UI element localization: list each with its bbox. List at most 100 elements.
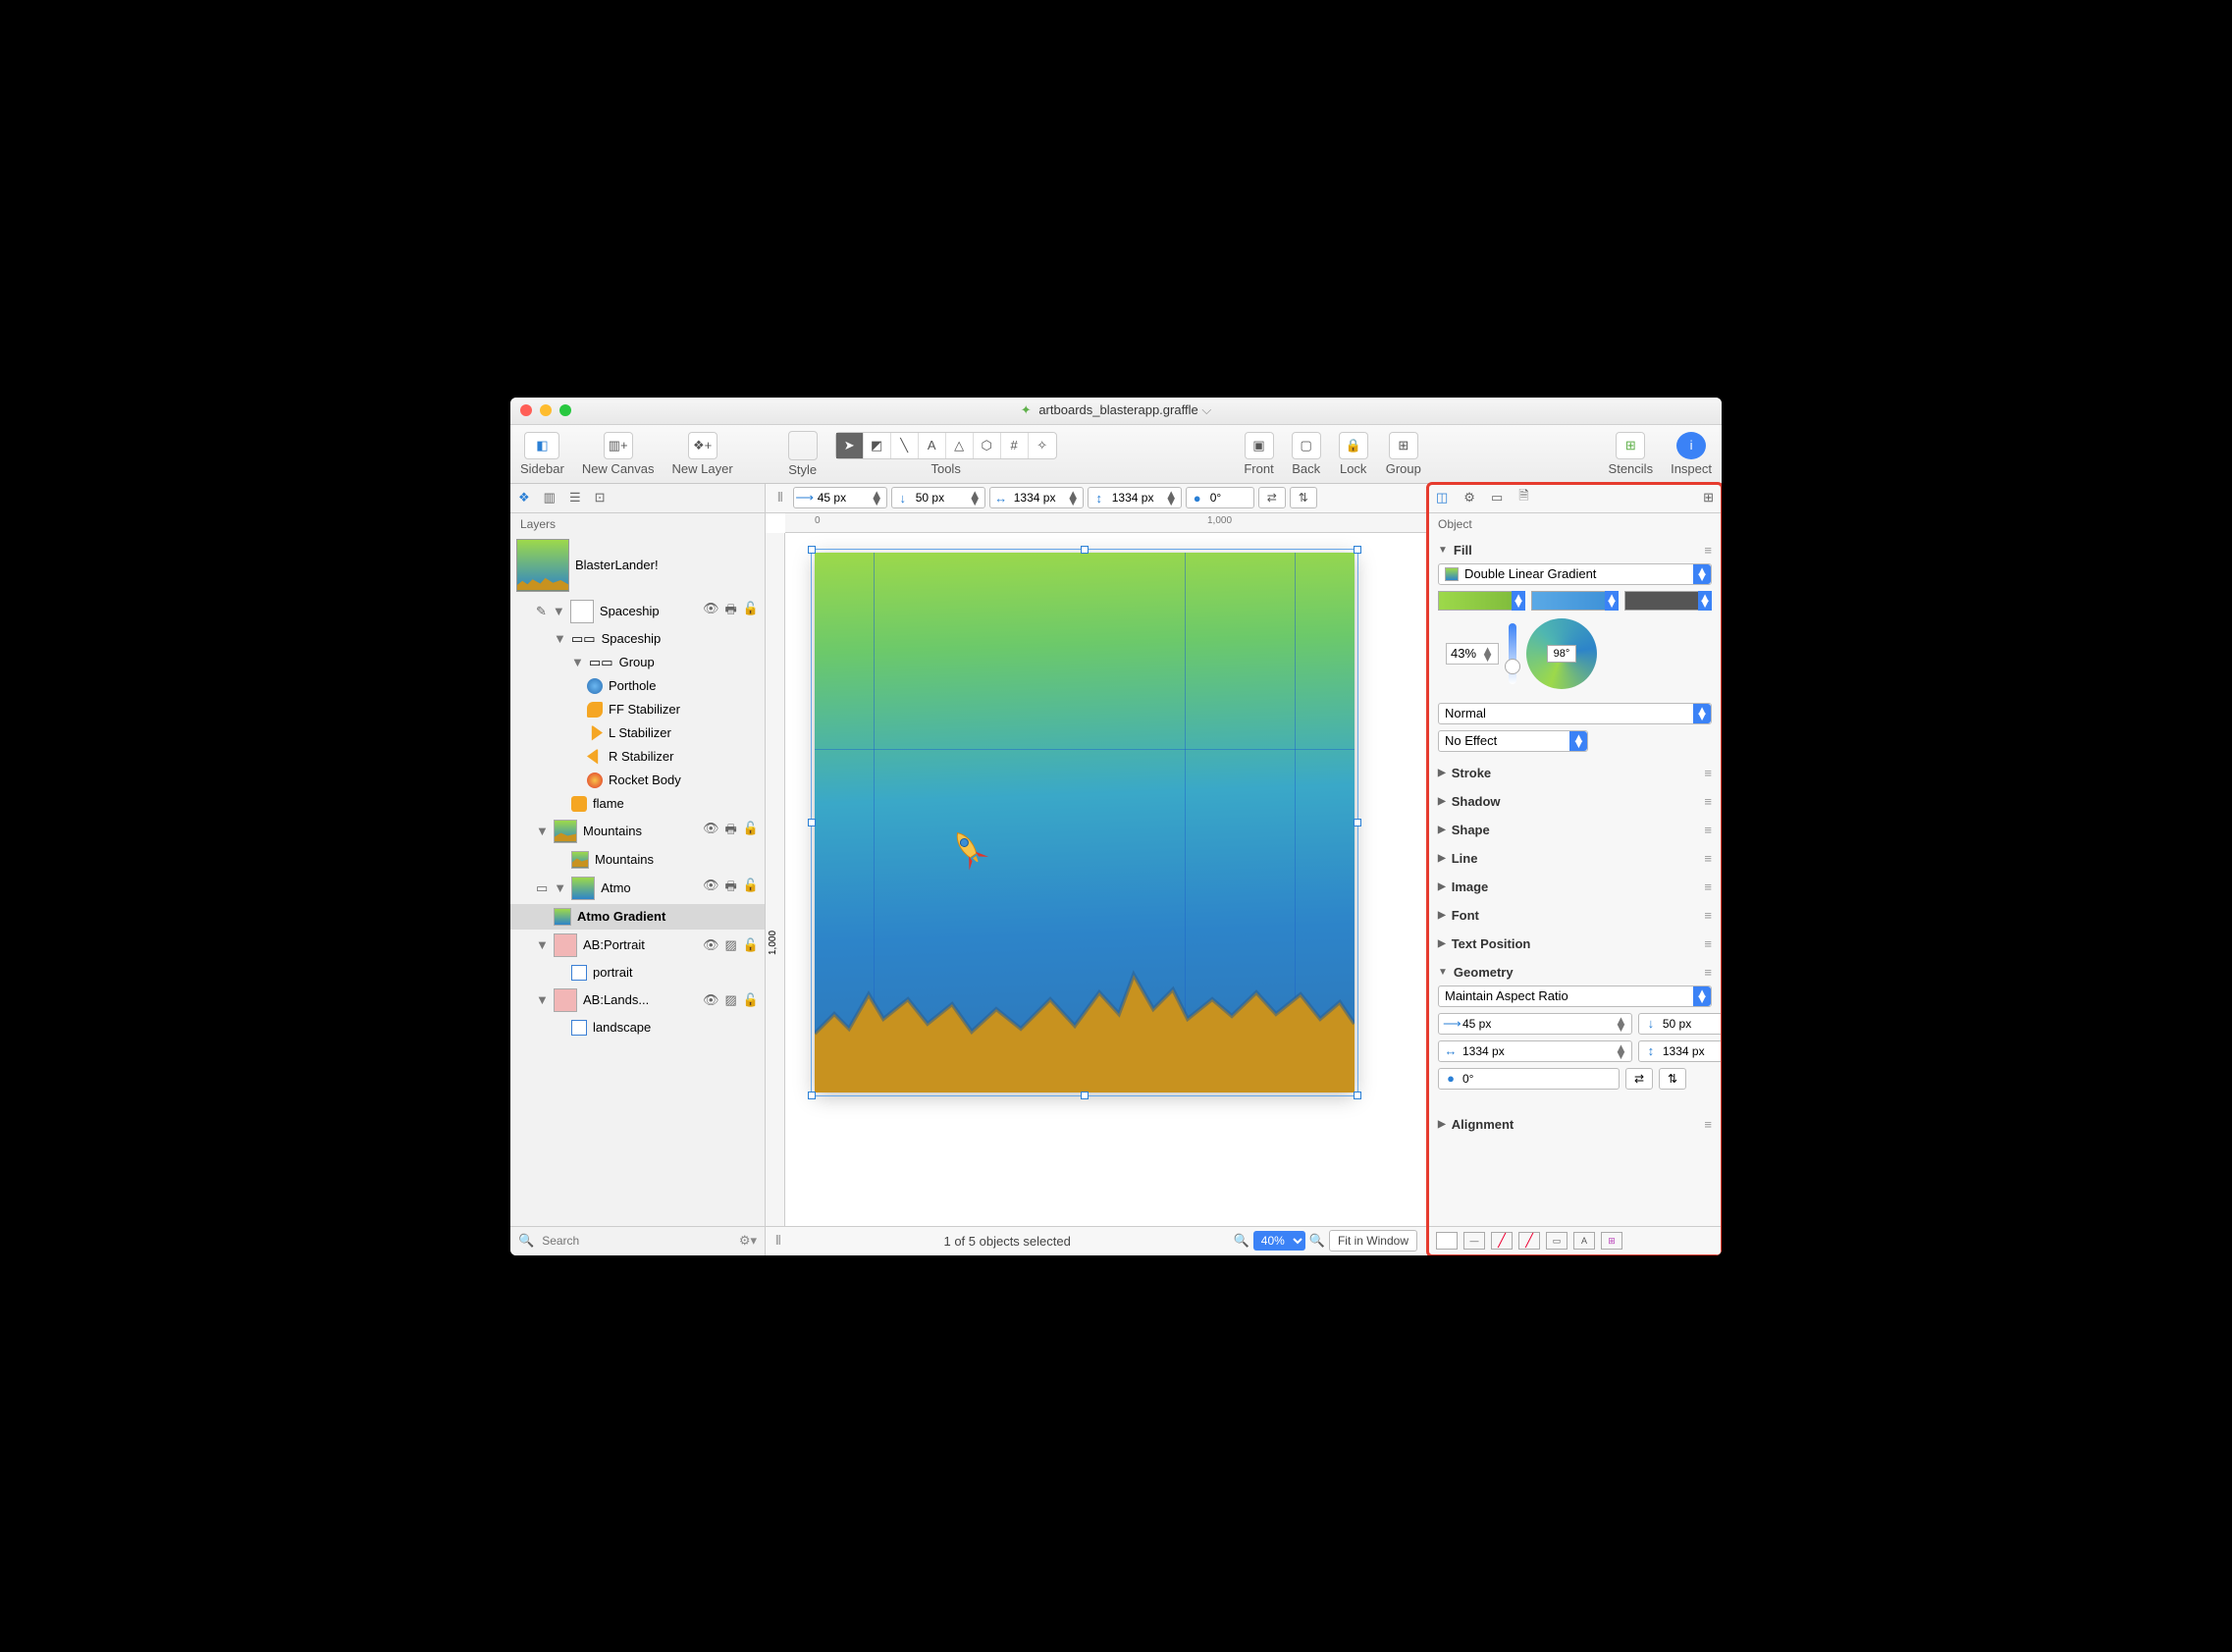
layer-ab-portrait[interactable]: ▼ AB:Portrait 👁▨🔓 <box>510 930 765 961</box>
stamp-tool[interactable]: ✧ <box>1029 433 1056 458</box>
minimize-window-button[interactable] <box>540 404 552 416</box>
zoom-window-button[interactable] <box>559 404 571 416</box>
canvas-tab-icon[interactable]: ▭ <box>1491 490 1503 506</box>
h-field[interactable]: ↕▲▼ <box>1088 487 1182 508</box>
stencils-button[interactable]: ⊞ <box>1616 432 1645 459</box>
selection-tab-icon[interactable]: ⊡ <box>595 490 606 506</box>
bring-front-button[interactable]: ▣ <box>1245 432 1274 459</box>
inspect-button[interactable]: i <box>1676 432 1706 459</box>
geom-rot-field[interactable]: ● <box>1438 1068 1620 1090</box>
sidebar-toggle-button[interactable]: ◧ <box>524 432 559 459</box>
slider-knob[interactable] <box>1505 659 1520 674</box>
print-icon[interactable]: 🖶 <box>725 878 737 899</box>
object-atmo-gradient[interactable]: Atmo Gradient <box>510 904 765 930</box>
point-tool[interactable]: ⬡ <box>974 433 1001 458</box>
shape-header[interactable]: ▶Shape≡ <box>1438 815 1712 843</box>
y-field[interactable]: ↓▲▼ <box>891 487 985 508</box>
w-field[interactable]: ↔▲▼ <box>989 487 1084 508</box>
flip-v-button[interactable]: ⇅ <box>1659 1068 1686 1090</box>
midpoint-slider[interactable] <box>1509 623 1516 684</box>
w-input[interactable] <box>1012 491 1067 505</box>
visibility-icon[interactable]: 👁 <box>703 937 719 953</box>
print-icon[interactable]: 🖶 <box>725 821 737 842</box>
disclosure-icon[interactable]: ▼ <box>536 824 548 838</box>
artboard-atmo-gradient[interactable] <box>815 553 1355 1092</box>
canvas-row[interactable]: BlasterLander! <box>510 535 765 596</box>
zoom-out-icon[interactable]: 🔍 <box>1234 1233 1249 1249</box>
lock-icon[interactable]: 🔓 <box>743 937 759 953</box>
object-rstab[interactable]: R Stabilizer <box>510 745 765 769</box>
disclosure-icon[interactable]: ▼ <box>553 604 564 618</box>
disclosure-icon[interactable]: ▼ <box>536 992 548 1007</box>
group-button[interactable]: ⊞ <box>1389 432 1418 459</box>
visibility-icon[interactable]: 👁 <box>703 601 719 622</box>
alignment-header[interactable]: ▶Alignment≡ <box>1438 1109 1712 1138</box>
layer-spaceship[interactable]: ✎ ▼ Spaceship 👁🖶🔓 <box>510 596 765 627</box>
selection-tool[interactable]: ➤ <box>836 433 864 458</box>
gradient-stop-3[interactable]: ▲▼ <box>1624 591 1712 611</box>
shape-swatch[interactable]: ▭ <box>1546 1232 1568 1250</box>
zoom-in-icon[interactable]: 🔍 <box>1309 1233 1325 1249</box>
style-well[interactable] <box>788 431 818 460</box>
geom-w-field[interactable]: ↔▲▼ <box>1438 1040 1632 1062</box>
rot-field[interactable]: ● <box>1186 487 1254 508</box>
h-input[interactable] <box>1110 491 1165 505</box>
object-flame[interactable]: flame <box>510 792 765 816</box>
angle-wheel[interactable]: 98° <box>1526 618 1597 689</box>
gear-icon[interactable]: ⚙︎▾ <box>739 1233 757 1249</box>
lock-button[interactable]: 🔒 <box>1339 432 1368 459</box>
aspect-select[interactable]: Maintain Aspect Ratio▲▼ <box>1438 986 1712 1007</box>
artboard-marker-icon[interactable]: ▨ <box>725 992 737 1008</box>
text-box-swatch[interactable]: ⊞ <box>1601 1232 1622 1250</box>
sidebar-search-input[interactable] <box>542 1234 731 1248</box>
object-body[interactable]: Rocket Body <box>510 769 765 792</box>
no-shadow-swatch[interactable]: ╱ <box>1491 1232 1513 1250</box>
layer-mountains[interactable]: ▼ Mountains 👁🖶🔓 <box>510 816 765 847</box>
rot-input[interactable] <box>1208 491 1238 505</box>
zoom-select[interactable]: 40% <box>1253 1231 1305 1251</box>
new-canvas-button[interactable]: ▥+ <box>604 432 633 459</box>
layers-tab-icon[interactable]: ❖ <box>518 490 530 506</box>
object-mountains[interactable]: Mountains <box>510 847 765 873</box>
pen-tool[interactable]: △ <box>946 433 974 458</box>
x-input[interactable] <box>816 491 871 505</box>
font-header[interactable]: ▶Font≡ <box>1438 900 1712 929</box>
geom-h-input[interactable] <box>1663 1044 1722 1058</box>
artboard-marker-icon[interactable]: ▨ <box>725 937 737 953</box>
title-dropdown-icon[interactable]: ⌵ <box>1201 402 1211 417</box>
visibility-icon[interactable]: 👁 <box>703 878 719 899</box>
layer-ab-landscape[interactable]: ▼ AB:Lands... 👁▨🔓 <box>510 985 765 1016</box>
lock-icon[interactable]: 🔓 <box>743 878 759 899</box>
geom-w-input[interactable] <box>1462 1044 1615 1058</box>
print-icon[interactable]: 🖶 <box>725 601 737 622</box>
geom-x-field[interactable]: ⟶▲▼ <box>1438 1013 1632 1035</box>
flip-v-button[interactable]: ⇅ <box>1290 487 1317 508</box>
document-tab-icon[interactable]: 🗎 <box>1518 487 1528 508</box>
new-layer-button[interactable]: ❖+ <box>688 432 717 459</box>
stroke-header[interactable]: ▶Stroke≡ <box>1438 758 1712 786</box>
disclosure-icon[interactable]: ▼ <box>536 937 548 952</box>
grid-tab-icon[interactable]: ⊞ <box>1703 490 1714 506</box>
fill-type-select[interactable]: Double Linear Gradient ▲▼ <box>1438 563 1712 585</box>
fill-effect-select[interactable]: No Effect▲▼ <box>1438 730 1588 752</box>
shadow-header[interactable]: ▶Shadow≡ <box>1438 786 1712 815</box>
geom-h-field[interactable]: ↕▲▼ <box>1638 1040 1722 1062</box>
midpoint-field[interactable]: 43%▲▼ <box>1446 643 1499 665</box>
gradient-stop-2[interactable]: ▲▼ <box>1531 591 1619 611</box>
object-portrait[interactable]: portrait <box>510 961 765 985</box>
text-tool[interactable]: A <box>919 433 946 458</box>
object-porthole[interactable]: Porthole <box>510 674 765 698</box>
properties-tab-icon[interactable]: ⚙ <box>1463 490 1475 506</box>
visibility-icon[interactable]: 👁 <box>703 821 719 842</box>
object-landscape[interactable]: landscape <box>510 1016 765 1039</box>
no-stroke-swatch[interactable]: — <box>1463 1232 1485 1250</box>
flip-h-button[interactable]: ⇄ <box>1625 1068 1653 1090</box>
layer-atmo[interactable]: ▭ ▼ Atmo 👁🖶🔓 <box>510 873 765 904</box>
close-window-button[interactable] <box>520 404 532 416</box>
outline-tab-icon[interactable]: ☰ <box>569 490 581 506</box>
current-style-swatch[interactable] <box>1436 1232 1458 1250</box>
disclosure-icon[interactable]: ▼ <box>554 631 565 646</box>
disclosure-icon[interactable]: ▼ <box>1438 545 1448 556</box>
send-back-button[interactable]: ▢ <box>1292 432 1321 459</box>
object-lstab[interactable]: L Stabilizer <box>510 721 765 745</box>
